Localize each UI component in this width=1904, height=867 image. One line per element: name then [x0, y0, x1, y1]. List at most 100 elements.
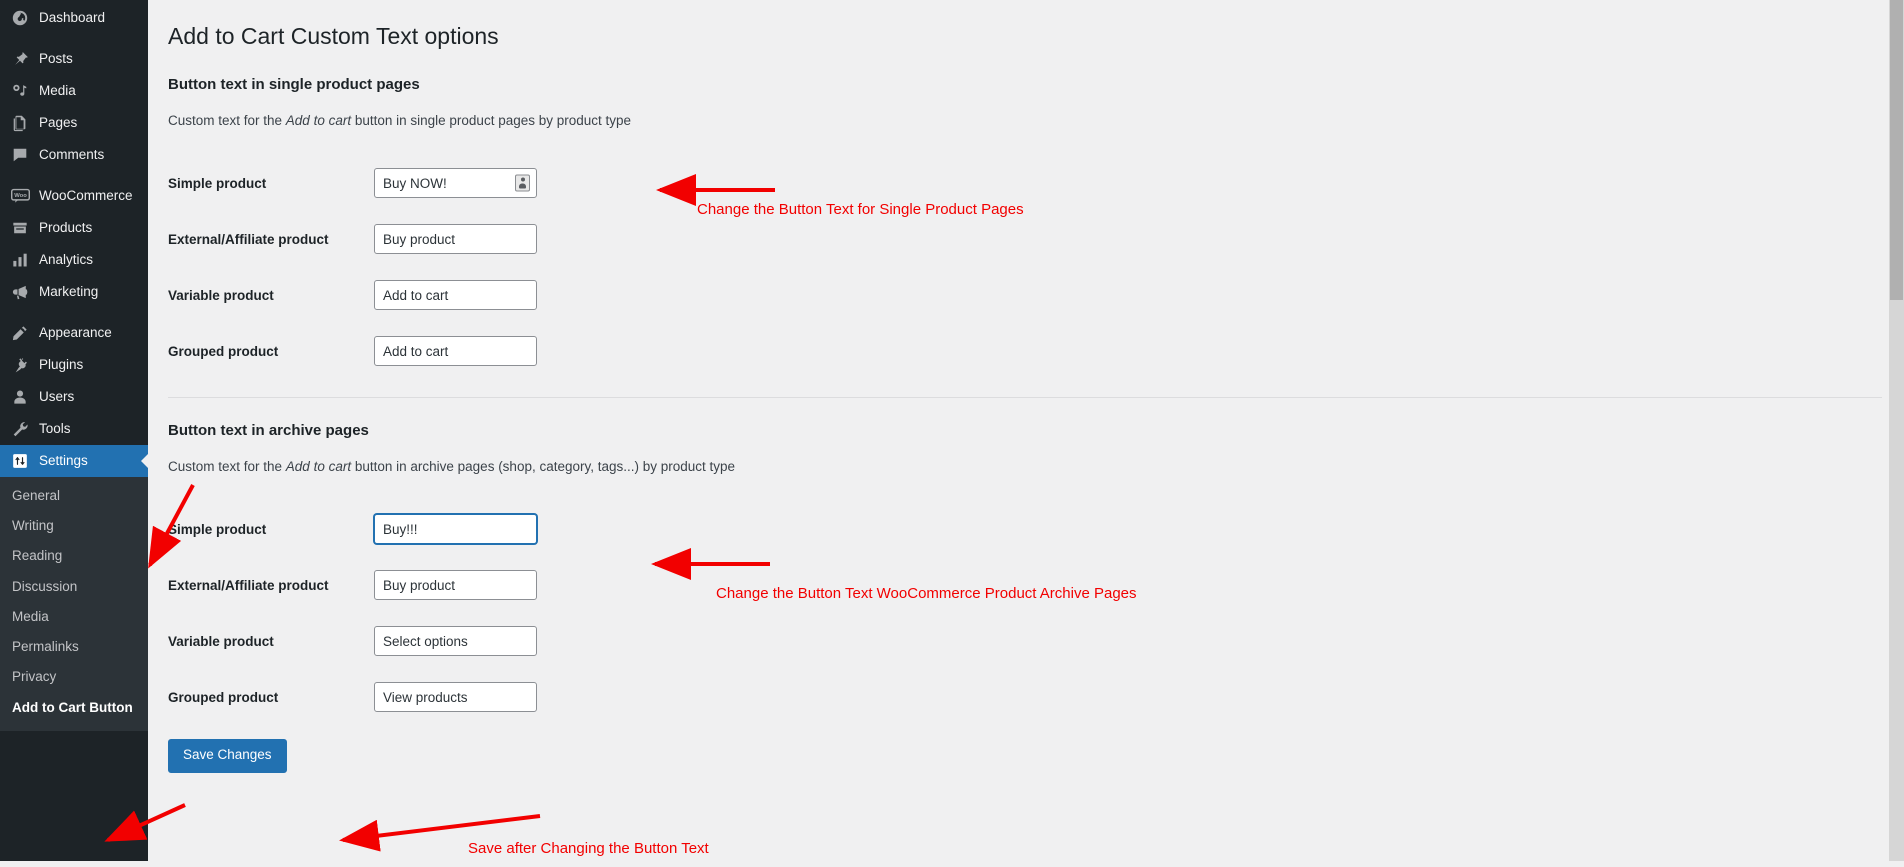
field-label: Simple product: [168, 175, 267, 191]
sidebar-item-plugins[interactable]: Plugins: [0, 349, 148, 381]
sidebar-item-analytics[interactable]: Analytics: [0, 244, 148, 276]
settings-row: Variable product: [168, 267, 1882, 323]
button-text-input[interactable]: [374, 336, 537, 367]
sidebar-item-products[interactable]: Products: [0, 212, 148, 244]
sidebar-item-settings[interactable]: Settings: [0, 445, 148, 477]
woocommerce-icon: Woo: [9, 186, 31, 206]
tools-icon: [9, 419, 31, 439]
button-text-input[interactable]: [374, 682, 537, 713]
sidebar-menu: Dashboard Posts Media Pages Comments Woo WooCo…: [0, 2, 148, 477]
submenu-item-writing[interactable]: Writing: [0, 511, 148, 541]
field-cell: [374, 669, 1882, 725]
marketing-icon: [9, 282, 31, 302]
field-cell: [374, 501, 1882, 557]
sidebar-item-label: Tools: [39, 421, 71, 437]
input-wrapper: [374, 168, 537, 199]
field-cell: [374, 323, 1882, 379]
admin-screen: Dashboard Posts Media Pages Comments Woo WooCo…: [0, 0, 1904, 867]
field-cell: [374, 155, 1882, 211]
desc-text-before: Custom text for the: [168, 459, 286, 475]
sidebar-item-label: Appearance: [39, 325, 112, 341]
sidebar-item-marketing[interactable]: Marketing: [0, 276, 148, 308]
plugins-icon: [9, 355, 31, 375]
button-text-input[interactable]: [374, 224, 537, 255]
sidebar-item-label: Analytics: [39, 252, 94, 268]
field-label: Grouped product: [168, 343, 279, 359]
field-label: External/Affiliate product: [168, 577, 329, 593]
button-text-input[interactable]: [374, 626, 537, 657]
sidebar-item-media[interactable]: Media: [0, 75, 148, 107]
field-label: Variable product: [168, 633, 274, 649]
input-wrapper: [374, 570, 537, 601]
input-wrapper: [374, 682, 537, 713]
sidebar-item-label: Settings: [39, 453, 88, 469]
submenu-item-discussion[interactable]: Discussion: [0, 572, 148, 602]
section-description: Custom text for the Add to cart button i…: [168, 457, 1882, 477]
sidebar-item-label: Dashboard: [39, 10, 106, 26]
sidebar-separator: [0, 171, 148, 180]
sidebar-item-users[interactable]: Users: [0, 381, 148, 413]
button-text-input[interactable]: [374, 168, 537, 199]
settings-row: External/Affiliate product: [168, 211, 1882, 267]
svg-text:Woo: Woo: [14, 193, 27, 199]
bottom-strip: [0, 861, 1904, 867]
dashboard-icon: [9, 8, 31, 28]
sidebar-item-pages[interactable]: Pages: [0, 107, 148, 139]
pin-icon: [9, 49, 31, 69]
submenu-item-permalinks[interactable]: Permalinks: [0, 632, 148, 662]
sidebar-item-label: Media: [39, 83, 76, 99]
sidebar-item-comments[interactable]: Comments: [0, 139, 148, 171]
submenu-item-add-to-cart-button[interactable]: Add to Cart Button: [0, 693, 148, 723]
sidebar-item-label: Products: [39, 220, 93, 236]
sidebar-item-appearance[interactable]: Appearance: [0, 317, 148, 349]
settings-table-archive: Simple product External/Affiliate product…: [168, 501, 1882, 725]
field-label: Grouped product: [168, 689, 279, 705]
autofill-contact-icon[interactable]: [515, 174, 530, 192]
pages-icon: [9, 113, 31, 133]
field-label: Variable product: [168, 287, 274, 303]
scrollbar-thumb[interactable]: [1890, 0, 1903, 300]
section-heading: Button text in archive pages: [168, 422, 369, 440]
field-label: Simple product: [168, 521, 267, 537]
products-icon: [9, 218, 31, 238]
button-text-input[interactable]: [374, 280, 537, 311]
submenu-item-reading[interactable]: Reading: [0, 541, 148, 571]
save-button[interactable]: Save Changes: [168, 739, 287, 773]
submenu-item-privacy[interactable]: Privacy: [0, 662, 148, 692]
page-title: Add to Cart Custom Text options: [168, 23, 499, 49]
field-cell: [374, 267, 1882, 323]
settings-row: Simple product: [168, 155, 1882, 211]
sidebar-item-woocommerce[interactable]: Woo WooCommerce: [0, 180, 148, 212]
sidebar-item-posts[interactable]: Posts: [0, 43, 148, 75]
sidebar-item-label: Posts: [39, 51, 73, 67]
main-content: Add to Cart Custom Text options Button t…: [148, 0, 1904, 867]
sidebar-item-label: Comments: [39, 147, 105, 163]
settings-row: Simple product: [168, 501, 1882, 557]
desc-text-after: button in archive pages (shop, category,…: [351, 459, 736, 475]
submenu-item-media[interactable]: Media: [0, 602, 148, 632]
input-wrapper: [374, 280, 537, 311]
scrollbar-track[interactable]: [1889, 0, 1904, 867]
field-cell: [374, 557, 1882, 613]
input-wrapper: [374, 336, 537, 367]
submenu-item-general[interactable]: General: [0, 481, 148, 511]
button-text-input[interactable]: [374, 514, 537, 545]
sidebar-item-label: Users: [39, 389, 75, 405]
analytics-icon: [9, 250, 31, 270]
sidebar-item-label: Plugins: [39, 357, 84, 373]
comments-icon: [9, 145, 31, 165]
settings-icon: [9, 451, 31, 471]
input-wrapper: [374, 514, 537, 545]
sidebar-item-tools[interactable]: Tools: [0, 413, 148, 445]
sidebar-item-label: Pages: [39, 115, 78, 131]
field-cell: [374, 211, 1882, 267]
sidebar-item-label: Marketing: [39, 284, 99, 300]
settings-submenu: General Writing Reading Discussion Media Perm…: [0, 477, 148, 731]
section-heading: Button text in single product pages: [168, 75, 420, 93]
section-description: Custom text for the Add to cart button i…: [168, 111, 1882, 131]
sidebar-item-dashboard[interactable]: Dashboard: [0, 2, 148, 34]
button-text-input[interactable]: [374, 570, 537, 601]
settings-row: Variable product: [168, 613, 1882, 669]
desc-emphasis: Add to cart: [285, 459, 352, 475]
input-wrapper: [374, 626, 537, 657]
